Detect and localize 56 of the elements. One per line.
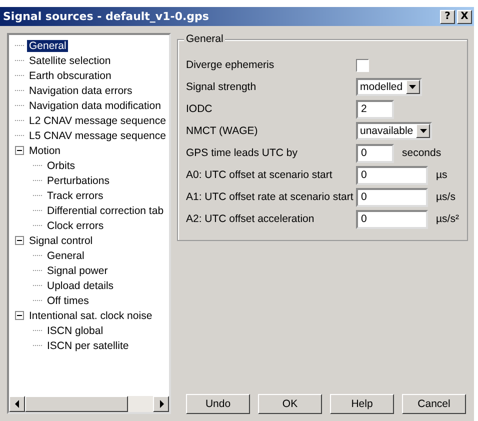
collapse-icon[interactable]: [15, 311, 24, 320]
field-label: Signal strength: [186, 81, 258, 93]
field-label: NMCT (WAGE): [186, 125, 259, 137]
tree-item[interactable]: General: [27, 40, 68, 52]
tree-item[interactable]: Clock errors: [45, 220, 106, 232]
input-field[interactable]: 0: [356, 210, 428, 228]
field-label: Diverge ephemeris: [186, 59, 276, 71]
tree-item[interactable]: Intentional sat. clock noise: [27, 310, 154, 322]
tree-item[interactable]: L5 CNAV message sequence: [27, 130, 168, 142]
tree-item[interactable]: ISCN per satellite: [45, 340, 131, 352]
dropdown[interactable]: unavailable: [356, 122, 432, 140]
horizontal-scrollbar[interactable]: [9, 396, 169, 412]
field-label: A2: UTC offset acceleration: [186, 213, 316, 225]
field-label: IODC: [186, 103, 214, 115]
tree-item[interactable]: Off times: [45, 294, 91, 306]
unit-label: µs/s²: [436, 213, 459, 225]
tree-item[interactable]: Signal power: [45, 264, 110, 276]
collapse-icon[interactable]: [15, 146, 24, 155]
tree-item[interactable]: Differential correction tab: [45, 204, 166, 216]
tree-item[interactable]: Earth obscuration: [27, 70, 114, 82]
tree-item[interactable]: Track errors: [45, 190, 106, 202]
dialog-button[interactable]: Undo: [186, 394, 250, 414]
input-field[interactable]: 0: [356, 166, 428, 184]
tree-item[interactable]: L2 CNAV message sequence: [27, 114, 168, 126]
dialog-button[interactable]: Help: [330, 394, 394, 414]
input-field[interactable]: 0: [356, 144, 394, 162]
field-label: A0: UTC offset at scenario start: [186, 169, 334, 181]
close-button[interactable]: X: [457, 10, 472, 24]
dialog-button[interactable]: Cancel: [402, 394, 466, 414]
group-title: General: [184, 33, 226, 45]
dropdown[interactable]: modelled: [356, 78, 422, 96]
unit-label: µs: [436, 169, 448, 181]
tree-item[interactable]: ISCN global: [45, 324, 106, 336]
scroll-thumb[interactable]: [25, 396, 128, 412]
tree-item[interactable]: Navigation data errors: [27, 84, 134, 96]
scroll-left-icon[interactable]: [9, 396, 25, 412]
tree-item[interactable]: Signal control: [27, 234, 95, 246]
tree-item[interactable]: Motion: [27, 144, 63, 156]
scroll-right-icon[interactable]: [153, 396, 169, 412]
tree-item[interactable]: General: [45, 250, 86, 262]
dialog-button[interactable]: OK: [258, 394, 322, 414]
unit-label: seconds: [402, 147, 442, 159]
unit-label: µs/s: [436, 191, 456, 203]
input-field[interactable]: 2: [356, 100, 394, 118]
window-title: Signal sources - default_v1-0.gps: [3, 10, 209, 23]
tree-item[interactable]: Navigation data modification: [27, 100, 163, 112]
tree-item[interactable]: Upload details: [45, 280, 116, 292]
tree-item[interactable]: Satellite selection: [27, 54, 113, 66]
help-button[interactable]: ?: [440, 10, 455, 24]
tree-item[interactable]: Perturbations: [45, 174, 112, 186]
field-label: GPS time leads UTC by: [186, 147, 298, 159]
tree-item[interactable]: Orbits: [45, 160, 78, 172]
input-field[interactable]: 0: [356, 188, 428, 206]
checkbox[interactable]: [356, 58, 369, 72]
collapse-icon[interactable]: [15, 236, 24, 245]
field-label: A1: UTC offset rate at scenario start: [186, 191, 354, 203]
